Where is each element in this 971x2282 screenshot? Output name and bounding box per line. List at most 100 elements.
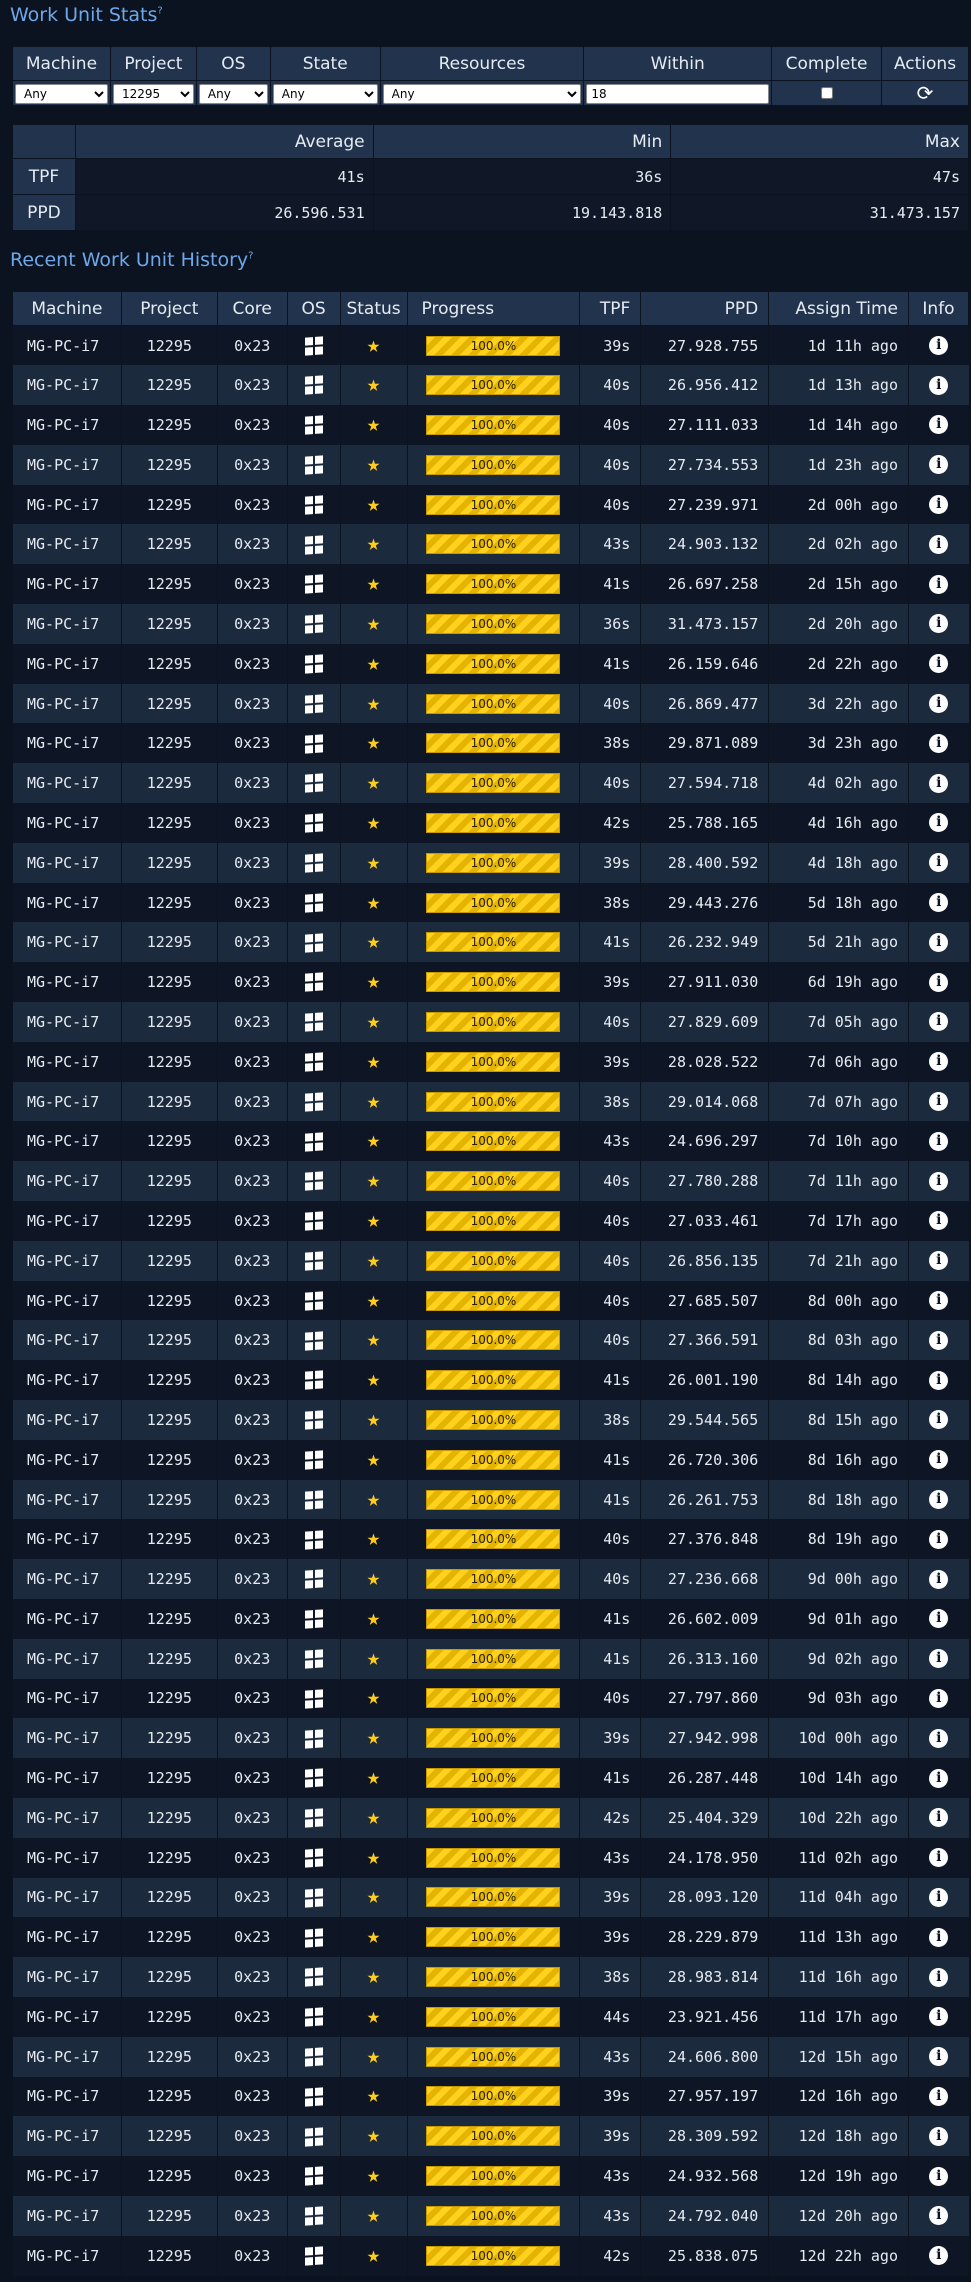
info-icon[interactable]: i [929,1171,949,1191]
machine-cell: MG-PC-i7 [12,1439,122,1480]
info-icon[interactable]: i [929,2086,949,2106]
progress-cell: 100.0% [406,1638,580,1679]
os-select[interactable]: Any [198,83,268,104]
complete-checkbox[interactable] [820,86,833,99]
table-row: MG-PC-i7 12295 0x23 ★ 100.0% 40s 27.366.591 8d … [12,1320,969,1361]
history-header-os[interactable]: OS [286,291,341,326]
info-icon[interactable]: i [929,1410,949,1430]
core-cell: 0x23 [216,1996,288,2037]
info-icon[interactable]: i [929,1887,949,1907]
info-icon[interactable]: i [929,1370,949,1390]
info-icon[interactable]: i [929,1330,949,1350]
help-icon[interactable]: ? [157,6,162,17]
star-icon: ★ [366,1884,381,1910]
info-icon[interactable]: i [929,1808,949,1828]
info-icon[interactable]: i [929,1131,949,1151]
progress-bar: 100.0% [426,454,561,475]
info-icon[interactable]: i [929,1768,949,1788]
info-icon[interactable]: i [929,614,949,634]
info-icon[interactable]: i [929,1450,949,1470]
progress-bar: 100.0% [426,812,561,833]
info-icon[interactable]: i [929,1609,949,1629]
progress-cell: 100.0% [406,1917,580,1958]
core-cell: 0x23 [216,444,288,485]
info-icon[interactable]: i [929,1967,949,1987]
info-icon[interactable]: i [929,2166,949,2186]
info-icon[interactable]: i [929,1728,949,1748]
assign-time-cell: 6d 19h ago [768,962,909,1003]
info-icon[interactable]: i [929,336,949,356]
history-header-tpf[interactable]: TPF [579,291,642,326]
help-icon[interactable]: ? [248,251,253,262]
info-icon[interactable]: i [929,455,949,475]
info-icon[interactable]: i [929,2007,949,2027]
history-header-status[interactable]: Status [339,291,408,326]
history-header-progress[interactable]: Progress [406,291,581,326]
info-icon[interactable]: i [929,1490,949,1509]
machine-cell: MG-PC-i7 [12,1081,122,1122]
info-icon[interactable]: i [929,1529,949,1549]
info-icon[interactable]: i [929,1012,949,1032]
info-icon[interactable]: i [929,1092,949,1112]
progress-bar: 100.0% [426,1210,561,1231]
history-header-core[interactable]: Core [216,291,288,326]
info-icon[interactable]: i [929,853,949,873]
info-icon[interactable]: i [929,932,949,952]
history-header-project[interactable]: Project [120,291,218,326]
project-select[interactable]: 12295 [112,83,194,104]
info-icon[interactable]: i [929,2206,949,2226]
status-cell: ★ [339,1400,408,1440]
info-icon[interactable]: i [929,1569,949,1589]
os-cell [286,1400,341,1440]
star-icon: ★ [366,809,381,835]
project-cell: 12295 [120,1797,218,1838]
info-cell: i [908,405,969,445]
resources-select[interactable]: Any [382,83,582,104]
info-icon[interactable]: i [929,2246,949,2266]
history-header-ppd[interactable]: PPD [640,291,770,326]
info-icon[interactable]: i [929,1649,949,1669]
info-icon[interactable]: i [929,495,949,515]
state-select[interactable]: Any [272,83,378,104]
tpf-cell: 39s [579,962,641,1003]
machine-select[interactable]: Any [15,83,108,104]
info-icon[interactable]: i [929,1848,949,1868]
info-cell: i [908,1519,969,1560]
ppd-cell: 27.685.507 [640,1280,769,1321]
info-icon[interactable]: i [929,1291,949,1311]
info-icon[interactable]: i [929,574,949,594]
tpf-cell: 40s [579,1280,641,1321]
table-row: MG-PC-i7 12295 0x23 ★ 100.0% 38s 28.983.814 11d… [12,1957,969,1997]
history-header-assign-time[interactable]: Assign Time [768,291,909,326]
info-icon[interactable]: i [929,2126,949,2146]
assign-time-cell: 9d 02h ago [768,1638,909,1679]
star-icon: ★ [366,1566,381,1592]
machine-cell: MG-PC-i7 [12,2076,122,2117]
info-icon[interactable]: i [929,733,949,753]
assign-time-cell: 8d 15h ago [768,1400,909,1440]
info-icon[interactable]: i [929,1251,949,1271]
machine-cell: MG-PC-i7 [12,1041,122,1082]
info-icon[interactable]: i [929,694,949,714]
windows-icon [304,614,323,634]
info-icon[interactable]: i [929,972,949,992]
info-icon[interactable]: i [929,813,949,833]
info-icon[interactable]: i [929,654,949,674]
machine-cell: MG-PC-i7 [12,2156,122,2196]
info-icon[interactable]: i [929,415,949,435]
info-icon[interactable]: i [929,1211,949,1231]
history-header-machine[interactable]: Machine [12,291,122,326]
status-cell: ★ [339,1877,408,1918]
status-cell: ★ [339,1479,408,1520]
info-icon[interactable]: i [929,534,949,554]
progress-cell: 100.0% [406,1081,580,1122]
info-icon[interactable]: i [929,1688,949,1708]
info-icon[interactable]: i [929,1052,949,1072]
refresh-icon[interactable]: ⟳ [917,81,934,105]
info-icon[interactable]: i [929,773,949,793]
within-input[interactable] [586,83,770,104]
info-icon[interactable]: i [929,1927,949,1947]
info-icon[interactable]: i [929,375,949,395]
info-icon[interactable]: i [929,893,949,913]
info-icon[interactable]: i [929,2047,949,2067]
